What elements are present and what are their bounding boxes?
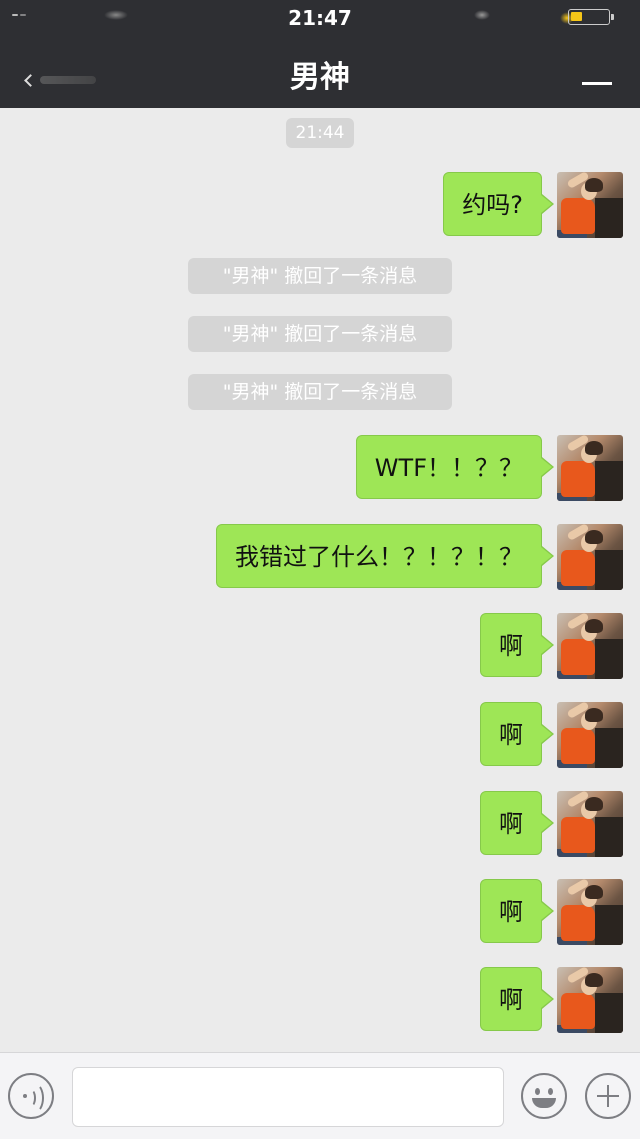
avatar[interactable] [557, 524, 623, 590]
message-row: 啊 [0, 967, 640, 1033]
message-row: 我错过了什么！？！？！？ [0, 524, 640, 590]
message-row: WTF！！？？ [0, 435, 640, 501]
avatar[interactable] [557, 172, 623, 238]
battery-icon [568, 9, 614, 25]
voice-icon[interactable] [8, 1073, 54, 1119]
message-bubble[interactable]: 啊 [480, 879, 554, 943]
recall-notice: "男神" 撤回了一条消息 [188, 374, 452, 410]
message-bubble[interactable]: 啊 [480, 613, 554, 677]
avatar[interactable] [557, 702, 623, 768]
chat-title: 男神 [290, 60, 350, 95]
recall-notice: "男神" 撤回了一条消息 [188, 258, 452, 294]
avatar[interactable] [557, 879, 623, 945]
avatar[interactable] [557, 791, 623, 857]
recall-notice: "男神" 撤回了一条消息 [188, 316, 452, 352]
plus-icon[interactable] [585, 1073, 631, 1119]
message-bubble[interactable]: 啊 [480, 702, 554, 766]
message-row: 约吗? [0, 172, 640, 238]
emoji-icon[interactable] [521, 1073, 567, 1119]
message-bubble[interactable]: WTF！！？？ [355, 435, 555, 499]
message-bubble[interactable]: 我错过了什么！？！？！？ [216, 524, 554, 588]
nav-header: 21:47 男神 [0, 0, 640, 108]
message-row: 啊 [0, 613, 640, 679]
status-time: 21:47 [288, 6, 352, 30]
message-input[interactable] [72, 1067, 504, 1127]
message-bubble[interactable]: 啊 [480, 791, 554, 855]
input-bar [0, 1052, 640, 1139]
avatar[interactable] [557, 967, 623, 1033]
message-row: 啊 [0, 879, 640, 945]
chat-area[interactable]: 21:44 约吗? "男神" 撤回了一条消息 "男神" 撤回了一条消息 "男神"… [0, 108, 640, 1052]
message-bubble[interactable]: 约吗? [443, 172, 554, 236]
message-row: 啊 [0, 791, 640, 857]
avatar[interactable] [557, 613, 623, 679]
avatar[interactable] [557, 435, 623, 501]
message-row: 啊 [0, 702, 640, 768]
menu-icon[interactable] [582, 82, 612, 85]
message-bubble[interactable]: 啊 [480, 967, 554, 1031]
location-icon [474, 10, 490, 20]
timestamp: 21:44 [286, 118, 354, 148]
